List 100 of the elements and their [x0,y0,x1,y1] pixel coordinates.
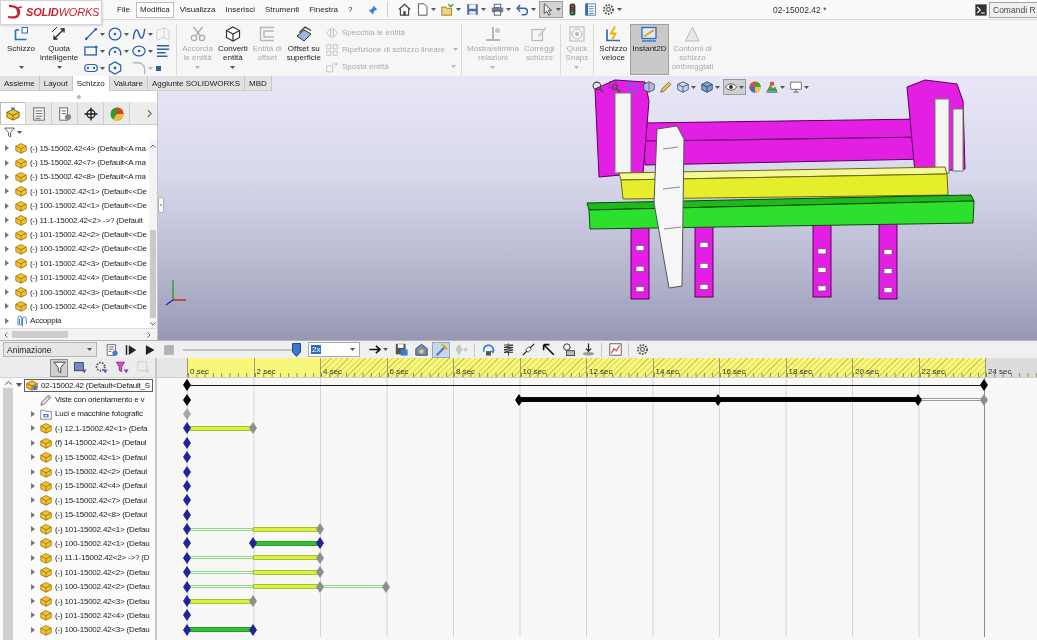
ribbon-button[interactable]: Converti entità [215,24,250,75]
expand-arrow-icon[interactable] [30,612,36,619]
tree-item[interactable]: (-) 101-15002.42<3> (Defau [38,594,153,608]
tree-item[interactable]: (f) 14-15002.42<1> (Defaul [38,436,150,450]
tree-item[interactable]: (-) 15-15002.42<1> (Defaul [38,450,150,464]
filter-toggle[interactable] [50,358,68,377]
keyframe-icon[interactable] [714,393,723,406]
sketch-tool-button[interactable] [131,26,155,42]
view-toolbar-button[interactable] [699,79,722,95]
view-toolbar-button[interactable] [723,79,746,95]
splitter-handle-icon[interactable] [158,197,164,213]
command-search-field[interactable]: Comandi R [989,1,1037,18]
keyframe-icon[interactable] [183,623,191,636]
menu-item[interactable]: Modifica [135,1,174,18]
tree-item[interactable]: (-) 101-15002.42<3> (Default<<De [13,256,150,270]
expand-arrow-icon[interactable] [30,583,36,590]
tree-item[interactable]: (-) 101-15002.42<2> (Defau [38,565,153,579]
expand-arrow-icon[interactable] [30,554,36,561]
vertical-scrollbar[interactable] [149,140,157,328]
expand-arrow-icon[interactable] [4,173,10,180]
tree-item[interactable]: (-) 11.1-15002.42<2> ->? (D [38,551,153,565]
menu-item[interactable]: Visualizza [175,1,220,18]
tree-item[interactable]: Viste con orientamento e v [38,393,148,407]
ribbon-button[interactable]: Quota intelligente [38,24,81,75]
keyframe-icon[interactable] [980,379,988,392]
expand-arrow-icon[interactable] [4,289,10,296]
ribbon-button[interactable]: Offset su superficie [284,24,323,75]
slider-thumb[interactable] [291,342,301,357]
keyframe-icon[interactable] [183,465,191,478]
tree-item[interactable]: Accoppia [13,314,65,328]
tree-item[interactable]: (-) 101-15002.42<4> (Default<<De [13,271,150,285]
keyframe-icon[interactable] [183,595,191,608]
vertical-scrollbar[interactable] [3,378,13,640]
expand-arrow-icon[interactable] [4,245,10,252]
ribbon-button[interactable]: Instant2D [630,24,669,75]
study-type-select[interactable]: Animazione [3,342,97,357]
expand-arrow-icon[interactable] [4,317,10,324]
view-toolbar-button[interactable] [675,79,698,95]
expand-arrow-icon[interactable] [30,626,36,633]
keyframe-icon[interactable] [249,537,258,550]
expand-arrow-icon[interactable] [30,425,36,432]
keyframe-icon[interactable] [183,494,191,507]
expand-arrow-icon[interactable] [30,439,36,446]
expand-arrow-icon[interactable] [4,202,10,209]
tree-item[interactable]: (-) 101-15002.42<1> (Default<<De [13,184,150,198]
timeline-slider[interactable] [183,342,301,357]
expand-arrow-icon[interactable] [30,526,36,533]
keyframe-icon[interactable] [183,379,191,392]
tree-item[interactable]: 02-15002.42 (Default<Default_S [24,378,153,392]
tree-item[interactable]: (-) 100-15002.42<1> (Default<<De [13,199,150,213]
expand-arrow-icon[interactable] [4,274,10,281]
expand-arrow-icon[interactable] [4,231,10,238]
keyframe-icon[interactable] [315,537,324,550]
sketch-tool-button[interactable] [107,26,131,42]
tree-item[interactable]: (-) 100-15002.42<1> (Defau [38,537,153,550]
tree-item[interactable]: (-) 15-15002.42<4> (Default<A ma [13,141,149,155]
expand-arrow-icon[interactable] [4,303,10,310]
expand-arrow-icon[interactable] [30,598,36,605]
tree-item[interactable]: (-) 15-15002.42<7> (Defaul [38,493,150,507]
view-toolbar-button[interactable] [624,79,640,95]
filter-button[interactable] [3,127,23,138]
keyframe-icon[interactable] [249,623,258,636]
ribbon-button[interactable]: Schizzo veloce [597,24,630,75]
expand-arrow-icon[interactable] [4,217,10,224]
tree-item[interactable]: (-) 101-15002.42<1> (Defau [38,522,153,536]
keyframe-icon[interactable] [183,436,191,449]
expand-arrow-icon[interactable] [30,468,36,475]
toolbar-button[interactable] [538,1,563,18]
expand-arrow-icon[interactable] [4,188,10,195]
expand-arrow-icon[interactable] [30,454,36,461]
expand-arrow-icon[interactable] [30,410,36,417]
view-toolbar-button[interactable] [590,79,606,95]
sketch-tool-button[interactable] [155,43,172,59]
tree-item[interactable]: (-) 100-15002.42<2> (Defau [38,580,153,594]
expand-arrow-icon[interactable] [30,540,36,547]
tree-item[interactable]: (-) 15-15002.42<2> (Defaul [38,465,150,479]
speed-select[interactable]: 2x [308,342,360,357]
expand-arrow-icon[interactable] [16,382,22,389]
sketch-tool-button[interactable] [83,43,107,59]
ribbon-button[interactable]: Schizzo [5,24,37,75]
menu-item[interactable]: Inserisci [221,1,259,18]
keyframe-icon[interactable] [183,508,191,521]
keyframe-icon[interactable] [183,451,191,464]
menu-item[interactable]: File [113,1,134,18]
tree-item[interactable]: (-) 12.1-15002.42<1> (Defa [38,421,151,435]
expand-arrow-icon[interactable] [30,569,36,576]
menu-item[interactable]: ? [344,1,357,18]
horizontal-scrollbar[interactable] [0,328,157,340]
keyframe-icon[interactable] [183,393,191,406]
tree-item[interactable]: (-) 101-15002.42<4> (Defau [38,608,153,622]
keyframe-icon[interactable] [183,422,191,435]
tree-item[interactable]: (-) 100-15002.42<2> (Default<<De [13,242,150,256]
keyframe-icon[interactable] [183,580,191,593]
tree-item[interactable]: (-) 11.1-15002.42<2> ->? (Default [13,213,146,227]
keyframe-icon[interactable] [183,609,191,622]
menu-item[interactable]: Strumenti [260,1,304,18]
keyframe-icon[interactable] [183,566,191,579]
expand-arrow-icon[interactable] [4,145,10,152]
keyframe-icon[interactable] [183,523,191,536]
view-toolbar-button[interactable] [607,79,623,95]
